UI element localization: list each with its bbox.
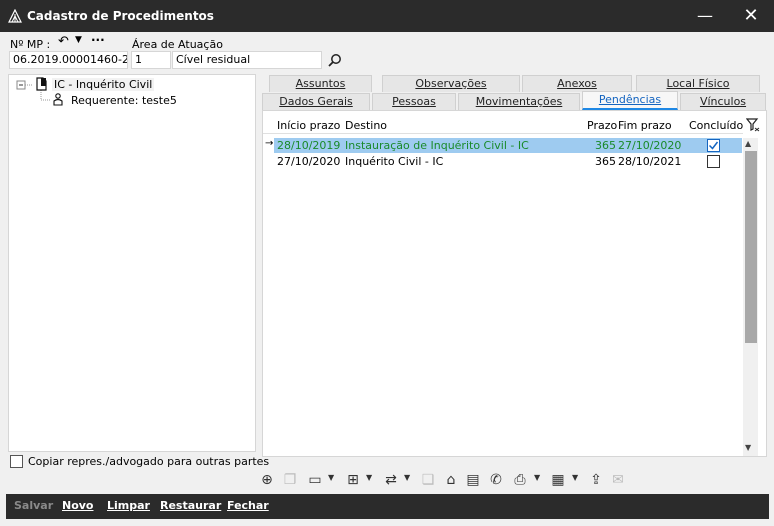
app-logo-icon bbox=[8, 9, 22, 23]
row-2-destino: Inquérito Civil - IC bbox=[345, 155, 444, 168]
row-1-concluido-checkbox[interactable] bbox=[707, 139, 720, 152]
clipboard-icon[interactable]: ▤ bbox=[464, 470, 482, 490]
person-icon bbox=[53, 93, 63, 106]
col-header-fim[interactable]: Fim prazo bbox=[618, 119, 672, 132]
folder-icon[interactable]: ▭ bbox=[306, 470, 324, 490]
copy-document-icon: ❐ bbox=[283, 472, 297, 488]
copy-repres-checkbox[interactable] bbox=[10, 455, 23, 468]
col-header-inicio[interactable]: Início prazo bbox=[277, 119, 340, 132]
area-code-field[interactable]: 1 bbox=[131, 51, 171, 69]
row-2-fim: 28/10/2021 bbox=[618, 155, 682, 168]
hierarchy-dropdown-icon[interactable]: ▼ bbox=[366, 473, 372, 482]
phone-icon[interactable]: ✆ bbox=[487, 470, 505, 490]
clear-button[interactable]: Limpar bbox=[107, 499, 150, 512]
col-header-prazo[interactable]: Prazo bbox=[587, 119, 617, 132]
tree-panel bbox=[8, 74, 256, 452]
duplicate-icon: ❏ bbox=[421, 472, 435, 488]
restore-button[interactable]: Restaurar bbox=[160, 499, 221, 512]
checkmark-icon bbox=[708, 141, 719, 150]
row-2-prazo: 365 bbox=[595, 155, 616, 168]
folder-dropdown-icon[interactable]: ▼ bbox=[328, 473, 334, 482]
col-header-concluido[interactable]: Concluído bbox=[689, 119, 743, 132]
close-button[interactable]: ✕ bbox=[728, 0, 774, 32]
tab-pessoas[interactable]: Pessoas bbox=[372, 93, 456, 110]
minimize-icon: — bbox=[697, 6, 713, 25]
calendar-icon[interactable]: ▦ bbox=[549, 470, 567, 490]
tab-dados-gerais[interactable]: Dados Gerais bbox=[262, 93, 370, 110]
calendar-dropdown-icon[interactable]: ▼ bbox=[572, 473, 578, 482]
add-document-icon[interactable]: ⊕ bbox=[258, 470, 276, 490]
tab-observacoes[interactable]: Observações bbox=[382, 75, 520, 92]
close-icon: ✕ bbox=[743, 5, 759, 26]
open-folder-icon[interactable]: ⌂ bbox=[442, 470, 460, 490]
hierarchy-icon[interactable]: ⊞ bbox=[344, 470, 362, 490]
search-icon[interactable] bbox=[327, 53, 342, 68]
tree-child-item[interactable]: Requerente: teste5 bbox=[71, 94, 177, 107]
tab-assuntos[interactable]: Assuntos bbox=[269, 75, 372, 92]
tab-local-fisico[interactable]: Local Físico bbox=[636, 75, 760, 92]
scrollbar-thumb[interactable] bbox=[745, 151, 757, 343]
minimize-button[interactable]: — bbox=[682, 0, 728, 32]
row-2-inicio: 27/10/2020 bbox=[277, 155, 341, 168]
current-row-arrow-icon: → bbox=[265, 138, 274, 149]
tab-movimentacoes[interactable]: Movimentações bbox=[458, 93, 580, 110]
row-1-prazo: 365 bbox=[595, 139, 616, 152]
filter-icon[interactable] bbox=[746, 118, 760, 132]
transfer-icon[interactable]: ⇄ bbox=[382, 470, 400, 490]
document-icon bbox=[36, 77, 47, 91]
close-form-button[interactable]: Fechar bbox=[227, 499, 269, 512]
tab-pendencias[interactable]: Pendências bbox=[582, 91, 678, 110]
row-1-inicio: 28/10/2019 bbox=[277, 139, 341, 152]
scroll-up-icon[interactable]: ▲ bbox=[745, 139, 751, 148]
more-icon[interactable]: ··· bbox=[91, 33, 105, 47]
mp-number-field[interactable]: 06.2019.00001460-2 bbox=[9, 51, 128, 69]
row-2-concluido-checkbox[interactable] bbox=[707, 155, 720, 168]
tab-vinculos[interactable]: Vínculos bbox=[680, 93, 766, 110]
row-1-fim: 27/10/2020 bbox=[618, 139, 682, 152]
mail-icon: ✉ bbox=[612, 472, 624, 488]
tree-root-item[interactable]: IC - Inquérito Civil bbox=[52, 78, 155, 91]
col-header-destino[interactable]: Destino bbox=[345, 119, 387, 132]
mp-label: Nº MP : bbox=[10, 38, 51, 51]
save-button: Salvar bbox=[14, 499, 54, 512]
grid-header-divider bbox=[263, 133, 743, 134]
new-button[interactable]: Novo bbox=[62, 499, 94, 512]
area-name-field[interactable]: Cível residual bbox=[172, 51, 322, 69]
print-icon[interactable]: ⎙ bbox=[511, 470, 529, 490]
scroll-down-icon[interactable]: ▼ bbox=[745, 443, 751, 452]
undo-icon[interactable]: ↶ bbox=[58, 34, 69, 49]
transfer-dropdown-icon[interactable]: ▼ bbox=[404, 473, 410, 482]
copy-repres-label: Copiar repres./advogado para outras part… bbox=[28, 455, 270, 468]
export-icon[interactable]: ⇪ bbox=[587, 470, 605, 490]
chevron-down-icon[interactable]: ▼ bbox=[75, 35, 82, 45]
window-title: Cadastro de Procedimentos bbox=[27, 9, 214, 23]
tab-anexos[interactable]: Anexos bbox=[522, 75, 632, 92]
area-label: Área de Atuação bbox=[132, 38, 223, 51]
print-dropdown-icon[interactable]: ▼ bbox=[534, 473, 540, 482]
row-1-destino: Instauração de Inquérito Civil - IC bbox=[345, 139, 529, 152]
